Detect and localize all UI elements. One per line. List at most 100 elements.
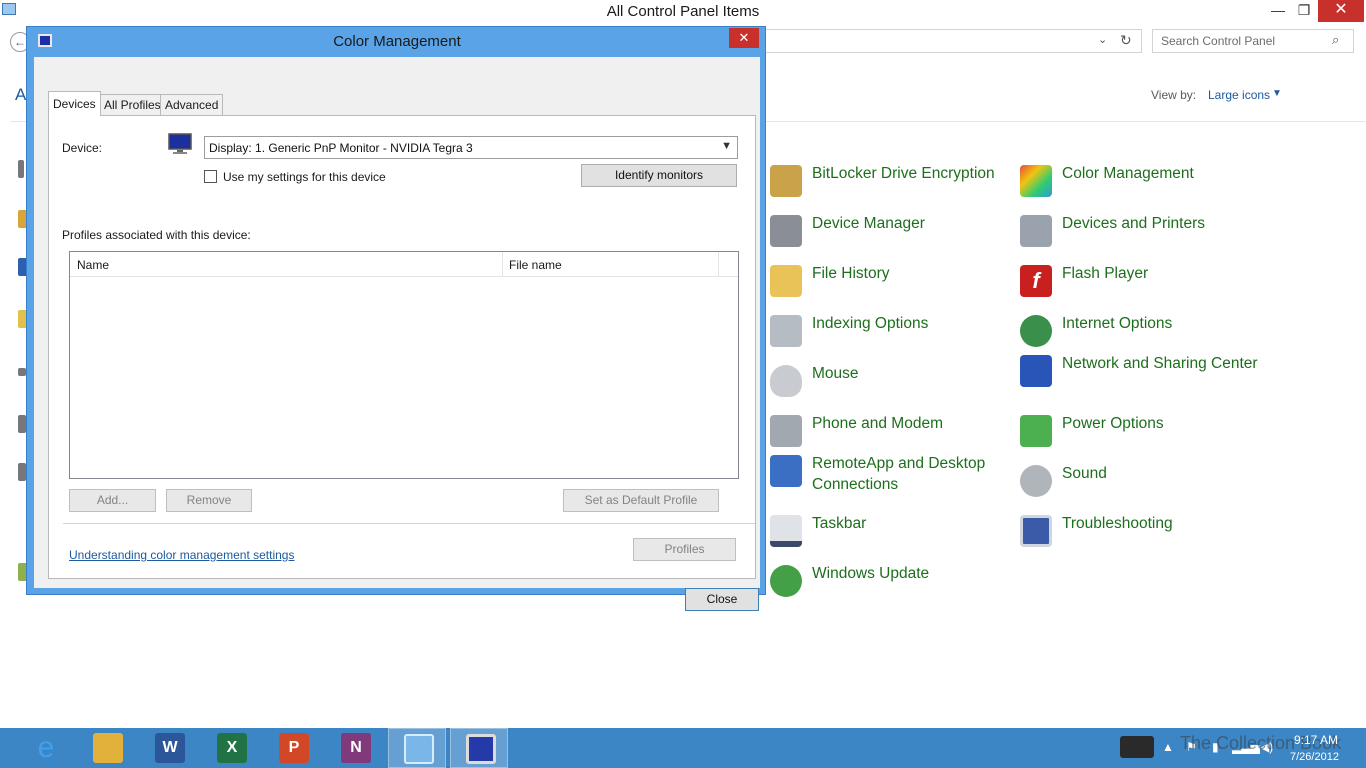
device-select-value: Display: 1. Generic PnP Monitor - NVIDIA… bbox=[209, 141, 473, 155]
powerpoint-icon: P bbox=[279, 733, 309, 763]
cp-item-label: File History bbox=[812, 265, 890, 282]
view-by-label: View by: bbox=[1151, 88, 1197, 102]
column-separator bbox=[502, 252, 503, 277]
taskbar-app-file-explorer[interactable] bbox=[78, 728, 136, 768]
hidden-item-icon bbox=[18, 160, 24, 178]
control-panel-icon bbox=[404, 734, 434, 764]
cp-item-label: BitLocker Drive Encryption bbox=[812, 165, 995, 182]
cp-item-file-history[interactable]: File History bbox=[770, 263, 1010, 307]
identify-monitors-button[interactable]: Identify monitors bbox=[581, 164, 737, 187]
internet-explorer-icon: e bbox=[37, 731, 55, 764]
minimize-button[interactable]: — bbox=[1266, 0, 1290, 22]
divider bbox=[63, 523, 755, 524]
understanding-color-management-link[interactable]: Understanding color management settings bbox=[69, 548, 294, 562]
cp-item-label: Windows Update bbox=[812, 565, 930, 582]
profiles-button[interactable]: Profiles bbox=[633, 538, 736, 561]
cp-item-indexing-options[interactable]: Indexing Options bbox=[770, 313, 1010, 357]
cp-item-network-sharing[interactable]: Network and Sharing Center bbox=[1020, 353, 1260, 397]
hidden-item-icon bbox=[18, 415, 26, 433]
cp-item-color-management[interactable]: Color Management bbox=[1020, 163, 1260, 207]
file-history-icon bbox=[770, 265, 802, 297]
add-button[interactable]: Add... bbox=[69, 489, 156, 512]
refresh-icon[interactable]: ↻ bbox=[1120, 32, 1132, 49]
taskbar-app-word[interactable]: W bbox=[140, 728, 198, 768]
profiles-label: Profiles associated with this device: bbox=[62, 228, 251, 242]
dialog-close-icon[interactable]: ✕ bbox=[729, 28, 759, 48]
indexing-icon bbox=[770, 315, 802, 347]
cp-item-bitlocker[interactable]: BitLocker Drive Encryption bbox=[770, 163, 1010, 207]
cp-item-remoteapp[interactable]: RemoteApp and Desktop Connections bbox=[770, 453, 1010, 497]
column-separator bbox=[718, 252, 719, 277]
set-default-profile-button[interactable]: Set as Default Profile bbox=[563, 489, 719, 512]
use-my-settings-checkbox[interactable] bbox=[204, 170, 217, 183]
file-explorer-icon bbox=[93, 733, 123, 763]
close-button[interactable]: Close bbox=[685, 588, 759, 611]
tab-advanced[interactable]: Advanced bbox=[160, 94, 224, 115]
profiles-table[interactable]: Name File name bbox=[69, 251, 739, 479]
color-management-dialog: Color Management ✕ Devices All Profiles … bbox=[26, 26, 766, 611]
cp-item-internet-options[interactable]: Internet Options bbox=[1020, 313, 1260, 357]
cp-item-label: RemoteApp and Desktop Connections bbox=[812, 455, 986, 493]
word-icon: W bbox=[155, 733, 185, 763]
troubleshooting-icon bbox=[1020, 515, 1052, 547]
network-icon bbox=[1020, 355, 1052, 387]
flash-player-icon: f bbox=[1020, 265, 1052, 297]
window-close-button[interactable]: ✕ bbox=[1318, 0, 1364, 22]
keyboard-icon[interactable] bbox=[1120, 736, 1154, 758]
cp-item-power-options[interactable]: Power Options bbox=[1020, 413, 1260, 457]
search-input[interactable]: Search Control Panel bbox=[1152, 29, 1354, 53]
cp-item-label: Sound bbox=[1062, 465, 1107, 482]
taskbar-app-powerpoint[interactable]: P bbox=[264, 728, 322, 768]
clock-date[interactable]: 7/26/2012 bbox=[1290, 751, 1339, 763]
cp-item-phone-modem[interactable]: Phone and Modem bbox=[770, 413, 1010, 457]
search-icon[interactable]: ⌕ bbox=[1332, 32, 1339, 48]
cp-item-label: Color Management bbox=[1062, 165, 1194, 182]
remoteapp-icon bbox=[770, 455, 802, 487]
cp-item-label: Indexing Options bbox=[812, 315, 929, 332]
remove-button[interactable]: Remove bbox=[166, 489, 252, 512]
devices-printers-icon bbox=[1020, 215, 1052, 247]
view-by-dropdown[interactable]: Large icons bbox=[1208, 88, 1270, 102]
cp-item-label: Phone and Modem bbox=[812, 415, 943, 432]
taskbar-app-internet-explorer[interactable]: e bbox=[16, 728, 74, 768]
taskbar-app-color-management[interactable] bbox=[450, 728, 508, 768]
cp-item-troubleshooting[interactable]: Troubleshooting bbox=[1020, 513, 1260, 557]
control-panel-titlebar: All Control Panel Items — ❐ ✕ bbox=[0, 0, 1366, 24]
chevron-down-icon: ▼ bbox=[721, 140, 732, 152]
device-select[interactable]: Display: 1. Generic PnP Monitor - NVIDIA… bbox=[204, 136, 738, 159]
tab-all-profiles[interactable]: All Profiles bbox=[99, 94, 166, 115]
clock-time[interactable]: 9:17 AM bbox=[1294, 733, 1338, 747]
onenote-icon: N bbox=[341, 733, 371, 763]
column-header-file-name[interactable]: File name bbox=[509, 258, 562, 272]
cp-item-label: Taskbar bbox=[812, 515, 867, 532]
internet-options-icon bbox=[1020, 315, 1052, 347]
cp-item-mouse[interactable]: Mouse bbox=[770, 363, 1010, 407]
cp-item-windows-update[interactable]: Windows Update bbox=[770, 563, 1010, 607]
tab-devices[interactable]: Devices bbox=[48, 91, 101, 116]
column-header-name[interactable]: Name bbox=[77, 258, 109, 272]
mouse-icon bbox=[770, 365, 802, 397]
taskbar-app-onenote[interactable]: N bbox=[326, 728, 384, 768]
address-bar[interactable] bbox=[760, 29, 1142, 53]
color-management-taskbar-icon bbox=[466, 734, 496, 764]
table-header: Name File name bbox=[70, 252, 738, 277]
cp-item-taskbar[interactable]: Taskbar bbox=[770, 513, 1010, 557]
taskbar-app-control-panel[interactable] bbox=[388, 728, 446, 768]
view-by-caret-icon[interactable]: ▼ bbox=[1272, 88, 1282, 99]
cp-item-sound[interactable]: Sound bbox=[1020, 463, 1260, 507]
cp-item-device-manager[interactable]: Device Manager bbox=[770, 213, 1010, 257]
cp-item-flash-player[interactable]: f Flash Player bbox=[1020, 263, 1260, 307]
cp-item-devices-printers[interactable]: Devices and Printers bbox=[1020, 213, 1260, 257]
monitor-icon bbox=[168, 133, 192, 154]
address-dropdown-icon[interactable]: ⌄ bbox=[1098, 33, 1107, 46]
bitlocker-icon bbox=[770, 165, 802, 197]
hidden-item-icon bbox=[18, 368, 26, 376]
use-my-settings-label: Use my settings for this device bbox=[223, 170, 386, 184]
hidden-item-icon bbox=[18, 463, 26, 481]
page-heading-partial: A bbox=[15, 85, 27, 104]
show-hidden-icons-icon[interactable]: ▲ bbox=[1162, 740, 1174, 754]
maximize-button[interactable]: ❐ bbox=[1292, 0, 1316, 22]
control-panel-title: All Control Panel Items bbox=[606, 3, 760, 20]
taskbar-app-excel[interactable]: X bbox=[202, 728, 260, 768]
dialog-client-area: Devices All Profiles Advanced Device: Di… bbox=[34, 57, 760, 611]
